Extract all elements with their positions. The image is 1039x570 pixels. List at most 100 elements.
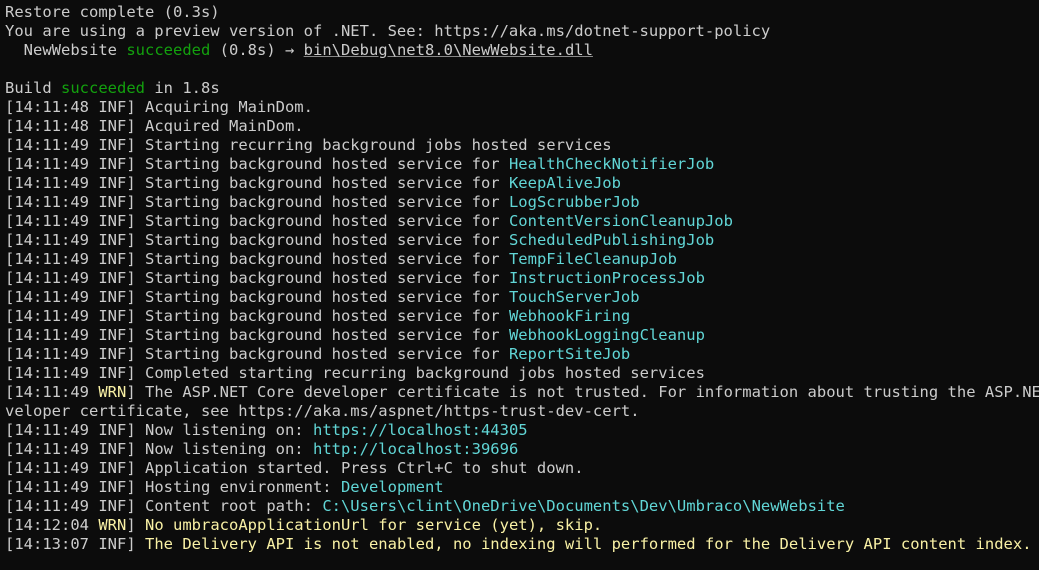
log-message: Starting background hosted service for [145,212,509,230]
log-timestamp: [14:11:49 [5,174,99,192]
log-bracket: ] [126,307,145,325]
log-bracket: ] [126,364,145,382]
log-bracket: ] [126,440,145,458]
log-timestamp: [14:11:48 [5,117,99,135]
log-highlight: ReportSiteJob [508,345,631,363]
log-bracket: ] [126,326,145,344]
log-message: Now listening on: [145,421,313,439]
log-line: [14:11:49 INF] Now listening on: https:/… [5,421,1039,440]
log-highlight: WebhookLoggingCleanup [508,326,705,344]
log-url-link[interactable]: http://localhost:39696 [313,440,518,458]
log-bracket: ] [126,117,145,135]
log-warning-message: No umbracoApplicationUrl for service (ye… [145,516,603,534]
log-line: [14:11:48 INF] Acquiring MainDom. [5,98,1039,117]
log-highlight: ScheduledPublishingJob [508,231,715,249]
log-level: INF [98,288,127,306]
log-highlight: LogScrubberJob [508,193,640,211]
log-line: [14:11:49 INF] Now listening on: http://… [5,440,1039,459]
log-timestamp: [14:11:49 [5,478,99,496]
log-level: INF [98,193,127,211]
log-timestamp: [14:11:49 [5,212,99,230]
log-message: Starting background hosted service for [145,345,509,363]
log-highlight: Development [340,478,444,496]
log-highlight: HealthCheckNotifierJob [508,155,715,173]
log-line: [14:11:49 INF] Starting recurring backgr… [5,136,1039,155]
project-output-link[interactable]: bin\Debug\net8.0\NewWebsite.dll [304,41,593,59]
log-level: INF [98,250,127,268]
log-level: WRN [98,516,127,534]
log-message: Now listening on: [145,440,313,458]
log-timestamp: [14:11:49 [5,269,99,287]
log-level: INF [98,478,127,496]
log-line: [14:11:49 INF] Starting background hoste… [5,155,1039,174]
preview-notice-text: You are using a preview version of .NET.… [5,22,771,40]
log-level: INF [98,174,127,192]
log-message: Acquiring MainDom. [145,98,313,116]
log-url-link[interactable]: https://localhost:44305 [313,421,528,439]
log-line: [14:11:49 INF] Starting background hoste… [5,307,1039,326]
log-highlight: TouchServerJob [508,288,640,306]
log-line: veloper certificate, see https://aka.ms/… [5,402,1039,421]
log-bracket: ] [126,383,145,401]
log-bracket: ] [126,421,145,439]
preview-notice-line: You are using a preview version of .NET.… [5,22,1039,41]
log-message: Completed starting recurring background … [145,364,705,382]
log-timestamp: [14:11:49 [5,326,99,344]
log-timestamp: [14:11:49 [5,497,99,515]
build-time: in 1.8s [145,79,220,97]
log-message: Starting background hosted service for [145,288,509,306]
terminal-window[interactable]: Restore complete (0.3s) You are using a … [0,0,1039,570]
log-level: INF [98,117,127,135]
log-bracket: ] [126,288,145,306]
log-line: [14:11:49 INF] Starting background hoste… [5,193,1039,212]
log-message: Starting background hosted service for [145,307,509,325]
log-message: Hosting environment: [145,478,341,496]
log-level: WRN [98,383,127,401]
log-line: [14:12:04 WRN] No umbracoApplicationUrl … [5,516,1039,535]
log-timestamp: [14:12:04 [5,516,99,534]
log-bracket: ] [126,345,145,363]
log-message: veloper certificate, see https://aka.ms/… [5,402,640,420]
log-line: [14:11:49 INF] Starting background hoste… [5,174,1039,193]
log-line: [14:11:49 INF] Starting background hoste… [5,345,1039,364]
log-highlight: InstructionProcessJob [508,269,705,287]
log-message: Starting background hosted service for [145,155,509,173]
log-timestamp: [14:11:49 [5,440,99,458]
log-line: [14:11:49 INF] Starting background hoste… [5,212,1039,231]
log-output: [14:11:48 INF] Acquiring MainDom. [14:11:… [5,98,1039,554]
log-level: INF [98,231,127,249]
log-bracket: ] [126,136,145,154]
log-level: INF [98,497,127,515]
log-highlight: WebhookFiring [508,307,631,325]
log-bracket: ] [126,193,145,211]
log-line: [14:11:49 INF] Starting background hoste… [5,326,1039,345]
project-build-line: NewWebsite succeeded (0.8s) → bin\Debug\… [5,41,1039,60]
log-timestamp: [14:11:49 [5,345,99,363]
log-line: [14:11:49 INF] Starting background hoste… [5,269,1039,288]
log-line: [14:13:07 INF] The Delivery API is not e… [5,535,1039,554]
log-line: [14:11:49 WRN] The ASP.NET Core develope… [5,383,1039,402]
log-level: INF [98,212,127,230]
log-warning-message: The Delivery API is not enabled, no inde… [145,535,1032,553]
log-timestamp: [14:11:49 [5,288,99,306]
log-line: [14:11:49 INF] Completed starting recurr… [5,364,1039,383]
log-message: Starting background hosted service for [145,250,509,268]
log-bracket: ] [126,98,145,116]
log-message: Application started. Press Ctrl+C to shu… [145,459,584,477]
log-highlight: KeepAliveJob [508,174,621,192]
log-message: The ASP.NET Core developer certificate i… [145,383,1039,401]
log-level: INF [98,98,127,116]
log-timestamp: [14:11:49 [5,421,99,439]
log-timestamp: [14:11:49 [5,459,99,477]
log-timestamp: [14:11:49 [5,136,99,154]
log-timestamp: [14:11:49 [5,383,99,401]
log-highlight: C:\Users\clint\OneDrive\Documents\Dev\Um… [322,497,845,515]
log-bracket: ] [126,497,145,515]
log-message: Acquired MainDom. [145,117,304,135]
log-bracket: ] [126,174,145,192]
log-line: [14:11:49 INF] Hosting environment: Deve… [5,478,1039,497]
log-highlight: TempFileCleanupJob [508,250,677,268]
log-bracket: ] [126,459,145,477]
log-timestamp: [14:13:07 [5,535,99,553]
